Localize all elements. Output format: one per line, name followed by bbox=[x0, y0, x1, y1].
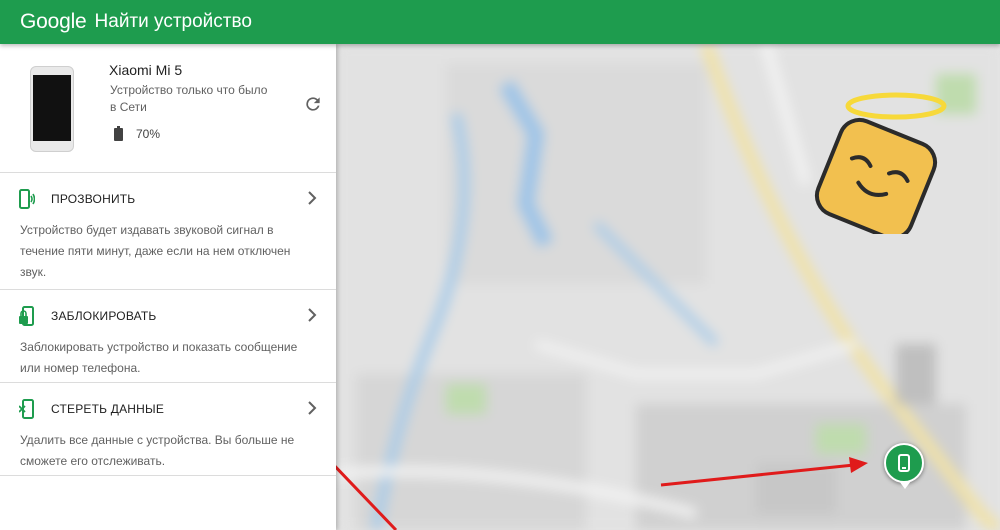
device-image bbox=[30, 66, 74, 152]
chevron-right-icon bbox=[308, 308, 317, 322]
chevron-right-icon bbox=[308, 191, 317, 205]
chevron-right-icon bbox=[308, 401, 317, 415]
battery-level: 70% bbox=[136, 126, 161, 141]
action-ring[interactable]: ПРОЗВОНИТЬ Устройство будет издавать зву… bbox=[0, 173, 336, 290]
refresh-icon[interactable] bbox=[303, 94, 323, 114]
action-lock[interactable]: ЗАБЛОКИРОВАТЬ Заблокировать устройство и… bbox=[0, 290, 336, 383]
device-location-marker[interactable] bbox=[884, 443, 924, 489]
action-erase[interactable]: СТЕРЕТЬ ДАННЫЕ Удалить все данные с устр… bbox=[0, 383, 336, 476]
battery-icon bbox=[114, 126, 123, 141]
action-ring-title: ПРОЗВОНИТЬ bbox=[51, 192, 136, 206]
action-lock-description: Заблокировать устройство и показать сооб… bbox=[20, 340, 298, 375]
action-erase-description: Удалить все данные с устройства. Вы боль… bbox=[20, 433, 295, 468]
app-header: Google Найти устройство bbox=[0, 0, 1000, 44]
ring-phone-icon bbox=[19, 189, 35, 209]
action-erase-title: СТЕРЕТЬ ДАННЫЕ bbox=[51, 402, 165, 416]
app-title: Найти устройство bbox=[94, 11, 252, 32]
action-lock-title: ЗАБЛОКИРОВАТЬ bbox=[51, 309, 157, 323]
device-card: Xiaomi Mi 5 Устройство только что было в… bbox=[0, 44, 336, 173]
action-ring-description: Устройство будет издавать звуковой сигна… bbox=[20, 223, 291, 279]
lock-phone-icon bbox=[19, 306, 34, 326]
device-panel: Xiaomi Mi 5 Устройство только что было в… bbox=[0, 44, 336, 530]
map-view[interactable] bbox=[336, 44, 1000, 530]
device-name: Xiaomi Mi 5 bbox=[109, 62, 183, 78]
device-status: Устройство только что было в Сети bbox=[110, 83, 268, 114]
battery-status: 70% bbox=[114, 126, 160, 141]
phone-icon bbox=[898, 454, 910, 472]
erase-phone-icon bbox=[19, 399, 34, 419]
google-logo[interactable]: Google bbox=[20, 10, 87, 34]
